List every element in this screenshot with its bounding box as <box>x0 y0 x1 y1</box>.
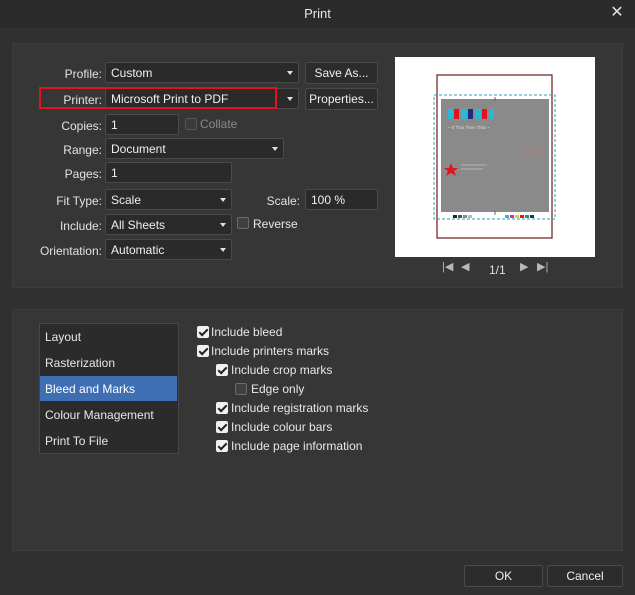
title-bar: Print ✕ <box>0 0 635 28</box>
include-page-information-checkbox[interactable] <box>216 440 228 452</box>
chevron-down-icon <box>287 71 293 75</box>
include-registration-marks-checkbox[interactable] <box>216 402 228 414</box>
close-icon[interactable]: ✕ <box>607 3 627 23</box>
fit-type-label: Fit Type: <box>56 194 102 208</box>
range-value: Document <box>111 142 166 156</box>
reverse-checkbox[interactable] <box>237 217 249 229</box>
preview-page-svg: ~ If This Then That ~ <box>433 74 556 239</box>
reverse-label: Reverse <box>253 217 298 231</box>
include-registration-marks-label: Include registration marks <box>231 401 369 415</box>
chevron-down-icon <box>220 248 226 252</box>
edge-only-checkbox[interactable] <box>235 383 247 395</box>
include-bleed-checkbox[interactable] <box>197 326 209 338</box>
collate-checkbox[interactable] <box>185 118 197 130</box>
fit-type-value: Scale <box>111 193 142 207</box>
next-page-icon[interactable]: ▶ <box>520 261 528 273</box>
include-crop-marks-label: Include crop marks <box>231 363 333 377</box>
print-preview: ~ If This Then That ~ <box>395 57 595 257</box>
scale-label: Scale: <box>266 194 300 208</box>
fit-type-dropdown[interactable]: Scale <box>105 189 232 210</box>
edge-only-label: Edge only <box>251 382 305 396</box>
copies-input[interactable]: 1 <box>105 114 179 135</box>
category-item-layout[interactable]: Layout <box>40 324 177 349</box>
include-colour-bars-label: Include colour bars <box>231 420 333 434</box>
category-item-rasterization[interactable]: Rasterization <box>40 350 177 375</box>
include-dropdown[interactable]: All Sheets <box>105 214 232 235</box>
save-as-button[interactable]: Save As... <box>305 62 378 84</box>
chevron-down-icon <box>272 147 278 151</box>
include-colour-bars-checkbox[interactable] <box>216 421 228 433</box>
profile-dropdown[interactable]: Custom <box>105 62 299 83</box>
properties-button[interactable]: Properties... <box>305 88 378 110</box>
scale-input[interactable]: 100 % <box>305 189 378 210</box>
include-page-information-label: Include page information <box>231 439 363 453</box>
artwork-caption: ~ If This Then That ~ <box>448 125 490 130</box>
chevron-down-icon <box>220 223 226 227</box>
pages-input[interactable]: 1 <box>105 162 232 183</box>
orientation-dropdown[interactable]: Automatic <box>105 239 232 260</box>
range-dropdown[interactable]: Document <box>105 138 284 159</box>
orientation-label: Orientation: <box>39 244 102 258</box>
category-list: Layout Rasterization Bleed and Marks Col… <box>39 323 179 454</box>
orientation-value: Automatic <box>111 243 165 257</box>
category-item-bleed-and-marks[interactable]: Bleed and Marks <box>40 376 177 401</box>
pages-label: Pages: <box>64 167 102 181</box>
include-value: All Sheets <box>111 218 166 232</box>
include-label: Include: <box>59 219 102 233</box>
include-crop-marks-checkbox[interactable] <box>216 364 228 376</box>
window-title: Print <box>304 6 331 21</box>
cancel-button[interactable]: Cancel <box>547 565 623 587</box>
chevron-down-icon <box>287 97 293 101</box>
copies-label: Copies: <box>61 119 102 133</box>
previous-page-icon[interactable]: ◀ <box>461 261 469 273</box>
profile-value: Custom <box>111 66 153 80</box>
printer-highlight-box <box>39 87 277 109</box>
include-bleed-label: Include bleed <box>211 325 283 339</box>
collate-label: Collate <box>200 117 238 131</box>
ok-button[interactable]: OK <box>464 565 543 587</box>
profile-label: Profile: <box>64 67 102 81</box>
category-item-colour-management[interactable]: Colour Management <box>40 402 177 427</box>
last-page-icon[interactable]: ▶| <box>537 261 548 273</box>
category-item-print-to-file[interactable]: Print To File <box>40 428 177 453</box>
chevron-down-icon <box>220 198 226 202</box>
include-printers-marks-label: Include printers marks <box>211 344 330 358</box>
range-label: Range: <box>63 143 102 157</box>
first-page-icon[interactable]: |◀ <box>442 261 453 273</box>
page-indicator: 1/1 <box>489 263 506 277</box>
include-printers-marks-checkbox[interactable] <box>197 345 209 357</box>
